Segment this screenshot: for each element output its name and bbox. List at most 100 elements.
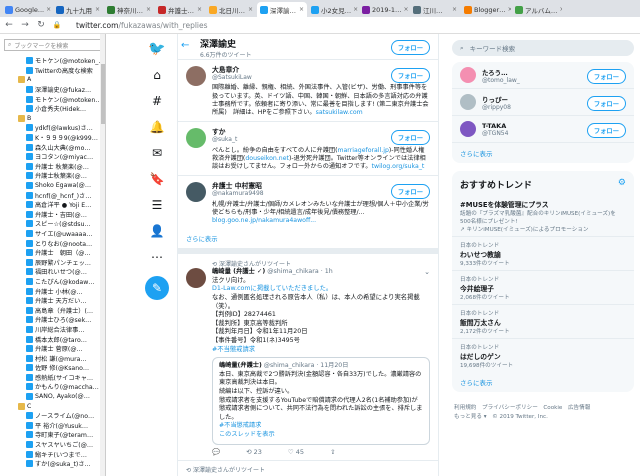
user-link[interactable]: douseikon.net <box>245 155 289 162</box>
close-tab-icon[interactable]: × <box>353 6 358 13</box>
bookmark-item[interactable]: 弁護士 小林(@… <box>4 286 105 296</box>
bookmark-item[interactable]: スヤスヤいちご(@… <box>4 440 105 450</box>
browser-tab[interactable]: 神奈川… × <box>104 2 154 17</box>
browser-tab[interactable]: 深澤諭… × <box>257 2 307 17</box>
bookmark-item[interactable]: Twitterの高度な検索 <box>4 66 105 76</box>
gear-icon[interactable]: ⚙ <box>618 178 626 191</box>
trend-item[interactable]: 日本のトレンド 今井絵理子 2,068件のツイート <box>452 271 634 305</box>
hashtag-link[interactable]: #不当懲戒請求 <box>212 346 430 355</box>
bookmark-item[interactable]: 弁護士ひろ(@sek… <box>4 315 105 325</box>
follow-button[interactable]: フォロー <box>586 96 626 111</box>
tweet[interactable]: ⟲ 深澤諭史さんがリツイート 嶋崎量 (弁護士 ✓) @shima_chikar… <box>178 254 438 461</box>
bookmark-item[interactable]: 弁護士 菅原(@… <box>4 344 105 354</box>
bookmark-item[interactable]: モトケン(@motoken… <box>4 94 105 104</box>
bookmark-item[interactable]: 森久山大典(@mo… <box>4 142 105 152</box>
bookmark-folder[interactable]: A <box>4 75 105 85</box>
close-tab-icon[interactable]: × <box>146 6 151 13</box>
bookmark-item[interactable]: スピー☆(@stdsu… <box>4 219 105 229</box>
follow-button[interactable]: フォロー <box>390 184 430 200</box>
bookmark-item[interactable]: 佐野 修(@Ksano… <box>4 363 105 373</box>
follow-button[interactable]: フォロー <box>586 123 626 138</box>
bookmark-item[interactable]: 深澤諭史(@fukaz… <box>4 85 105 95</box>
trend-item[interactable]: 日本のトレンド 飯間万太さん 2,172件のツイート <box>452 305 634 339</box>
browser-tab[interactable]: Google... × <box>2 2 52 17</box>
avatar[interactable] <box>460 121 476 137</box>
compose-tweet-icon[interactable]: ✎ <box>145 276 169 300</box>
show-more-link[interactable]: さらに表示 <box>452 143 634 163</box>
follow-button[interactable]: フォロー <box>390 68 430 83</box>
browser-tab[interactable]: 北日川… × <box>206 2 256 17</box>
user-card[interactable]: 大島章介 @SatsukiLaw 国際離婚、離縁、親権、相続、外国法事件、入管(… <box>178 60 438 123</box>
twitter-search-input[interactable]: ⌕ キーワード検索 <box>452 40 634 56</box>
browser-tab[interactable]: 江川… × <box>410 2 460 17</box>
avatar[interactable] <box>186 128 206 149</box>
follow-button[interactable]: フォロー <box>586 69 626 84</box>
bookmark-item[interactable]: すか(@suka_t)さ… <box>4 459 105 469</box>
bookmark-item[interactable]: 小倉秀夫(Hidek… <box>4 104 105 114</box>
tweet-link[interactable]: D1-Law.comに掲載していただきました。 <box>212 285 332 292</box>
bookmark-item[interactable]: 平 裕介(@Yusuk… <box>4 421 105 431</box>
notifications-icon[interactable]: 🔔 <box>148 118 166 136</box>
bookmark-item[interactable]: 川岸総合法律事… <box>4 325 105 335</box>
bookmark-item[interactable]: 橋本太郎(@taro… <box>4 334 105 344</box>
browser-tab[interactable]: 弁護士… × <box>155 2 205 17</box>
retweet-button[interactable]: ⟲ 23 <box>246 448 262 456</box>
suggested-user[interactable]: たろう… @tomo_law_ フォロー <box>452 62 634 89</box>
twitter-bird-icon[interactable]: 🐦 <box>148 40 166 58</box>
suggest-name[interactable]: りっぴー <box>482 94 511 104</box>
scroll-thumb[interactable] <box>101 64 105 124</box>
avatar[interactable] <box>460 67 476 83</box>
tweet-menu-icon[interactable]: ⌄ <box>424 268 430 276</box>
close-tab-icon[interactable]: × <box>248 6 253 13</box>
user-link[interactable]: twilog.org/suka_t <box>372 163 425 170</box>
bookmarks-icon[interactable]: 🔖 <box>148 170 166 188</box>
bookmark-item[interactable]: 高島章（弁護士）(… <box>4 305 105 315</box>
reload-icon[interactable]: ↻ <box>36 20 46 30</box>
trend-name[interactable]: わいせつ教諭 <box>460 249 626 259</box>
quoted-tweet[interactable]: 嶋崎量(弁護士) @shima_chikara · 11月20日 本日、東京高裁… <box>212 357 430 445</box>
home-icon[interactable]: ⌂ <box>148 66 166 84</box>
trend-name[interactable]: #MUSEを体験管理にプラス <box>460 199 626 209</box>
messages-icon[interactable]: ✉ <box>148 144 166 162</box>
bookmark-item[interactable]: Shoko Egawa(@… <box>4 181 105 191</box>
close-tab-icon[interactable]: × <box>46 6 51 13</box>
bookmark-search-input[interactable]: ⌕ ブックマークを検索 <box>4 39 101 51</box>
browser-tab[interactable]: 2019-1… × <box>359 2 409 17</box>
profile-icon[interactable]: 👤 <box>148 222 166 240</box>
bookmark-item[interactable]: 辰野繁パンチェッ… <box>4 257 105 267</box>
hashtag-link[interactable]: #不当懲戒請求 <box>219 422 423 431</box>
browser-tab[interactable]: 九十九用 × <box>53 2 103 17</box>
suggest-name[interactable]: T-TAKA <box>482 122 508 130</box>
bookmark-item[interactable]: 弁護士 朝田（@… <box>4 248 105 258</box>
show-more-link[interactable]: さらに表示 <box>452 372 634 392</box>
close-tab-icon[interactable]: × <box>95 6 100 13</box>
avatar[interactable] <box>186 66 206 86</box>
avatar[interactable] <box>186 182 206 203</box>
bookmark-item[interactable]: こたぴん(@kodaw… <box>4 277 105 287</box>
bookmark-item[interactable]: 弁護士・吉田(@… <box>4 210 105 220</box>
bookmark-item[interactable]: とりなお(@noota… <box>4 238 105 248</box>
bookmark-item[interactable]: サイエ(@uwaaaa… <box>4 229 105 239</box>
profile-follow-button[interactable]: フォロー <box>390 40 430 55</box>
close-tab-icon[interactable]: × <box>452 6 457 13</box>
user-card[interactable]: すか @suka_t ぺんとし。紛争の自由をすべての人に弁護団(marriage… <box>178 122 438 177</box>
reply-icon[interactable]: 💬 <box>212 448 220 456</box>
close-tab-icon[interactable]: × <box>508 6 511 13</box>
footer-links[interactable]: 利用規約 プライバシーポリシー Cookie 広告情報 <box>454 404 632 413</box>
explore-icon[interactable]: # <box>148 92 166 110</box>
back-icon[interactable]: ← <box>4 20 14 30</box>
url-field[interactable]: twitter.com/fukazawas/with_replies <box>76 21 208 30</box>
bookmark-item[interactable]: 弁護士 天方だい… <box>4 296 105 306</box>
back-arrow-icon[interactable]: ← <box>181 40 189 51</box>
trend-item[interactable]: #MUSEを体験管理にプラス 話題の『プラズマ乳酸菌』配合のキリンiMUSE(イ… <box>452 195 634 237</box>
bookmark-item[interactable]: かもんり(@maccha… <box>4 382 105 392</box>
avatar[interactable] <box>186 268 206 289</box>
follow-button[interactable]: フォロー <box>390 130 430 146</box>
bookmark-item[interactable]: SANO, Ayako(@… <box>4 392 105 402</box>
trend-item[interactable]: 日本のトレンド わいせつ教諭 9,333件のツイート <box>452 237 634 271</box>
avatar[interactable] <box>460 94 476 110</box>
close-tab-icon[interactable]: × <box>299 6 304 13</box>
close-tab-icon[interactable]: × <box>197 6 202 13</box>
tweet-author[interactable]: 嶋崎量 (弁護士 ✓) <box>212 268 265 275</box>
suggested-user[interactable]: T-TAKA @TGN54 フォロー <box>452 116 634 143</box>
